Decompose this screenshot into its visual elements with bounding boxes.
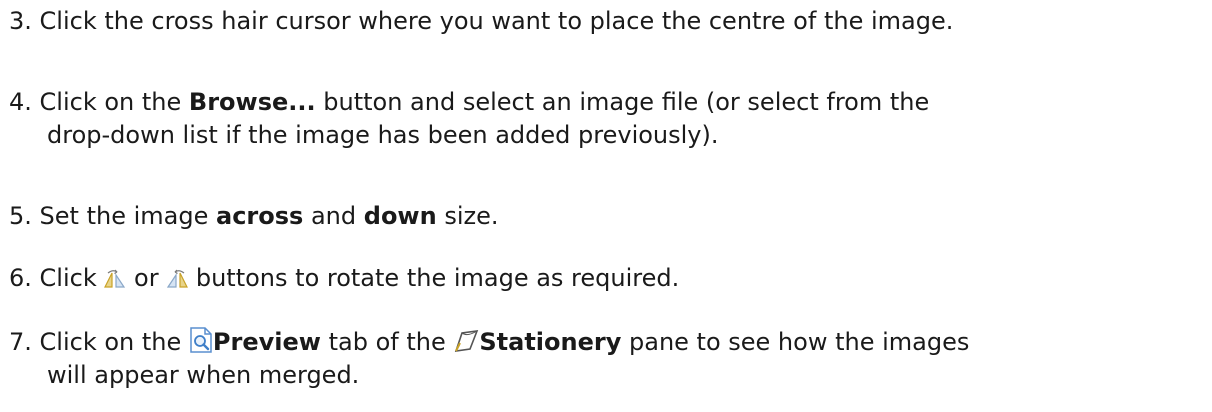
step-7-text-after: pane to see how the images (629, 328, 970, 356)
step-5-line-1: 5. Set the image across and down size. (9, 200, 1204, 233)
step-5-text-after: size. (444, 202, 499, 230)
rotate-right-icon (166, 269, 189, 289)
step-7-line-1: 7. Click on the Preview tab of the Stati… (9, 326, 1204, 359)
stationery-pane-label: Stationery (479, 328, 622, 356)
rotate-left-icon (104, 269, 126, 289)
browse-button-name: Browse... (188, 88, 316, 116)
step-5: 5. Set the image across and down size. (9, 200, 1204, 233)
instruction-steps: 3. Click the cross hair cursor where you… (0, 0, 1212, 412)
step-6-text-before: Click (39, 264, 97, 292)
step-5-number: 5. (9, 202, 32, 230)
step-5-text-mid: and (310, 202, 357, 230)
step-6-text-after: buttons to rotate the image as required. (195, 264, 680, 292)
step-3-number: 3. (9, 7, 32, 35)
step-6-number: 6. (9, 264, 32, 292)
preview-icon (189, 327, 213, 353)
step-3: 3. Click the cross hair cursor where you… (9, 5, 1204, 38)
step-4: 4. Click on the Browse... button and sel… (9, 86, 1204, 152)
step-6: 6. Click or buttons to rotate the image … (9, 262, 1204, 295)
step-4-line-1: 4. Click on the Browse... button and sel… (9, 86, 1204, 119)
step-7: 7. Click on the Preview tab of the Stati… (9, 326, 1204, 392)
step-6-text-mid: or (134, 264, 159, 292)
step-4-text-line-2: drop-down list if the image has been add… (47, 121, 719, 149)
preview-tab-label: Preview (212, 328, 321, 356)
step-7-number: 7. (9, 328, 32, 356)
across-label: across (216, 202, 304, 230)
step-6-line-1: 6. Click or buttons to rotate the image … (9, 262, 1204, 295)
step-7-text-mid: tab of the (328, 328, 446, 356)
stationery-icon (453, 329, 479, 353)
step-7-text-before: Click on the (39, 328, 182, 356)
step-3-text: Click the cross hair cursor where you wa… (39, 7, 954, 35)
step-5-text-before: Set the image (39, 202, 209, 230)
step-4-text-before: Click on the (39, 88, 182, 116)
down-label: down (363, 202, 437, 230)
step-4-number: 4. (9, 88, 32, 116)
step-7-text-line-2: will appear when merged. (47, 361, 360, 389)
step-4-text-after: button and select an image file (or sele… (323, 88, 930, 116)
step-3-line-1: 3. Click the cross hair cursor where you… (9, 5, 1204, 38)
